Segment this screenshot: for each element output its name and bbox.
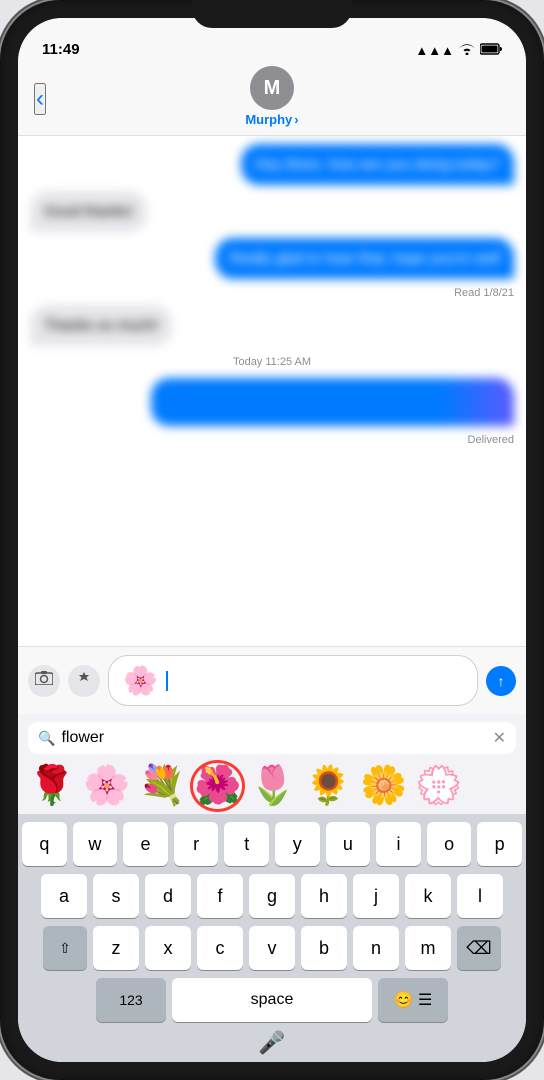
emoji-rose[interactable]: 🌹 <box>28 764 75 808</box>
apps-button[interactable] <box>68 665 100 697</box>
key-q[interactable]: q <box>22 822 67 866</box>
emoji-results-row: 🌹 🌸 💐 🌺 🌷 🌻 🌼 💮 <box>18 758 526 814</box>
phone-screen: 11:49 ▲▲▲ ‹ M Murphy › <box>18 18 526 1062</box>
emoji-hibiscus-highlighted[interactable]: 🌺 <box>194 764 241 808</box>
message-row-4: Thanks so much! <box>30 305 514 346</box>
key-u[interactable]: u <box>326 822 371 866</box>
emoji-tulip[interactable]: 🌷 <box>249 764 296 808</box>
message-bubble-outgoing-3 <box>151 378 514 426</box>
emoji-search-box[interactable]: 🔍 flower ✕ <box>28 722 516 754</box>
emoji-switch-icon: 😊 ☰ <box>394 990 433 1010</box>
key-a[interactable]: a <box>41 874 87 918</box>
key-k[interactable]: k <box>405 874 451 918</box>
appstore-icon <box>76 670 92 691</box>
key-v[interactable]: v <box>249 926 295 970</box>
key-o[interactable]: o <box>427 822 472 866</box>
notch <box>192 0 352 28</box>
back-chevron-icon: ‹ <box>36 85 44 113</box>
messages-header: ‹ M Murphy › <box>18 62 526 136</box>
key-p[interactable]: p <box>477 822 522 866</box>
search-clear-button[interactable]: ✕ <box>493 728 506 748</box>
text-cursor <box>166 671 168 691</box>
timestamp-label: Today 11:25 AM <box>30 356 514 368</box>
key-d[interactable]: d <box>145 874 191 918</box>
flower-emoji-in-input: 🌸 <box>123 664 158 697</box>
key-z[interactable]: z <box>93 926 139 970</box>
key-m[interactable]: m <box>405 926 451 970</box>
emoji-keyboard-key[interactable]: 😊 ☰ <box>378 978 448 1022</box>
emoji-bouquet[interactable]: 💐 <box>139 764 186 808</box>
key-j[interactable]: j <box>353 874 399 918</box>
contact-name[interactable]: Murphy › <box>245 112 298 127</box>
signal-icon: ▲▲▲ <box>415 43 454 58</box>
emoji-blossom[interactable]: 🌼 <box>360 764 407 808</box>
mic-area: 🎤 <box>22 1026 522 1058</box>
emoji-white-flower[interactable]: 💮 <box>415 764 462 808</box>
key-l[interactable]: l <box>457 874 503 918</box>
emoji-search-area: 🔍 flower ✕ <box>18 714 526 758</box>
battery-icon <box>480 43 502 58</box>
keyboard: q w e r t y u i o p a s d f g h j k <box>18 814 526 1062</box>
camera-button[interactable] <box>28 665 60 697</box>
message-row-3: Really glad to hear that, hope you're we… <box>30 238 514 279</box>
key-y[interactable]: y <box>275 822 320 866</box>
shift-key[interactable]: ⇧ <box>43 926 87 970</box>
key-b[interactable]: b <box>301 926 347 970</box>
key-g[interactable]: g <box>249 874 295 918</box>
key-c[interactable]: c <box>197 926 243 970</box>
delivered-label: Delivered <box>30 434 514 446</box>
send-icon: ↑ <box>498 673 505 689</box>
key-w[interactable]: w <box>73 822 118 866</box>
delete-key[interactable]: ⌫ <box>457 926 501 970</box>
emoji-sunflower[interactable]: 🌻 <box>305 764 352 808</box>
read-receipt: Read 1/8/21 <box>30 287 514 299</box>
mic-icon[interactable]: 🎤 <box>258 1030 285 1056</box>
phone-frame: 11:49 ▲▲▲ ‹ M Murphy › <box>0 0 544 1080</box>
status-icons: ▲▲▲ <box>415 43 502 58</box>
key-e[interactable]: e <box>123 822 168 866</box>
search-magnifier-icon: 🔍 <box>38 730 55 747</box>
camera-icon <box>35 671 53 690</box>
key-h[interactable]: h <box>301 874 347 918</box>
key-t[interactable]: t <box>224 822 269 866</box>
avatar[interactable]: M <box>250 66 294 110</box>
search-input-text[interactable]: flower <box>61 729 486 747</box>
message-row-1: Hey there, how are you doing today? <box>30 144 514 185</box>
message-row-2: Good thanks! <box>30 191 514 232</box>
chevron-right-icon: › <box>294 112 298 127</box>
key-f[interactable]: f <box>197 874 243 918</box>
input-area: 🌸 ↑ <box>18 646 526 714</box>
messages-area: Hey there, how are you doing today? Good… <box>18 136 526 646</box>
key-x[interactable]: x <box>145 926 191 970</box>
message-bubble-outgoing-1: Hey there, how are you doing today? <box>241 144 514 185</box>
key-s[interactable]: s <box>93 874 139 918</box>
back-button[interactable]: ‹ <box>34 83 46 115</box>
key-n[interactable]: n <box>353 926 399 970</box>
message-bubble-incoming-2: Thanks so much! <box>30 305 172 346</box>
keyboard-bottom-row: 123 space 😊 ☰ <box>22 978 522 1022</box>
keyboard-row-2: a s d f g h j k l <box>22 874 522 918</box>
numbers-key[interactable]: 123 <box>96 978 166 1022</box>
message-row-5 <box>30 378 514 426</box>
send-button[interactable]: ↑ <box>486 666 516 696</box>
message-bubble-incoming-1: Good thanks! <box>30 191 147 232</box>
status-time: 11:49 <box>42 41 80 58</box>
key-i[interactable]: i <box>376 822 421 866</box>
keyboard-row-1: q w e r t y u i o p <box>22 822 522 866</box>
emoji-cherry-blossom[interactable]: 🌸 <box>83 764 130 808</box>
space-key[interactable]: space <box>172 978 372 1022</box>
wifi-icon <box>459 43 475 58</box>
key-r[interactable]: r <box>174 822 219 866</box>
keyboard-row-3: ⇧ z x c v b n m ⌫ <box>22 926 522 970</box>
message-bubble-outgoing-2: Really glad to hear that, hope you're we… <box>215 238 514 279</box>
message-input[interactable]: 🌸 <box>108 655 478 706</box>
